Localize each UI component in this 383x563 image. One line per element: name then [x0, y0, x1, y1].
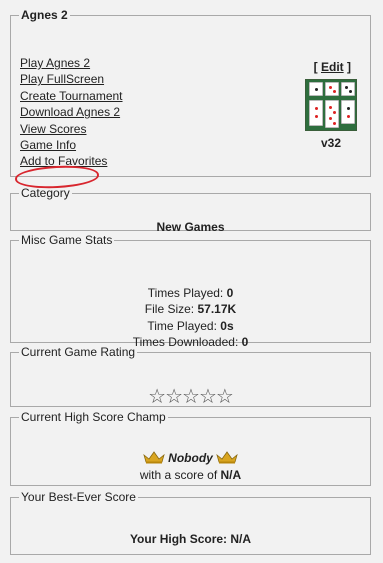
champ-panel: Current High Score Champ Nobody with a s… — [10, 410, 371, 486]
edit-link[interactable]: Edit — [321, 60, 344, 74]
stats-title: Misc Game Stats — [21, 233, 113, 247]
stat-times-played: Times Played: 0 — [11, 285, 370, 301]
game-info-link[interactable]: Game Info — [20, 137, 123, 153]
best-score-panel: Your Best-Ever Score Your High Score: N/… — [10, 490, 371, 555]
stats-panel: Misc Game Stats Times Played: 0 File Siz… — [10, 233, 371, 349]
champ-score-label: with a score of — [139, 468, 221, 482]
download-game-link[interactable]: Download Agnes 2 — [20, 104, 123, 120]
game-panel: Agnes 2 Play Agnes 2 Play FullScreen Cre… — [10, 8, 371, 191]
champ-score-line: with a score of N/A — [11, 468, 370, 482]
thumb-card — [325, 82, 339, 96]
best-score-line: Your High Score: N/A — [11, 532, 370, 546]
view-scores-link[interactable]: View Scores — [20, 121, 123, 137]
stat-label: Times Played: — [147, 286, 227, 300]
thumb-card — [309, 100, 323, 126]
champ-name-line: Nobody — [11, 451, 370, 465]
crown-icon — [216, 451, 238, 464]
stat-file-size: File Size: 57.17K — [11, 301, 370, 317]
star-rating[interactable]: ☆☆☆☆☆ — [11, 386, 370, 406]
add-to-favorites-link[interactable]: Add to Favorites — [20, 153, 123, 169]
category-value: New Games — [156, 220, 225, 234]
edit-control: [ Edit ] — [314, 60, 351, 74]
category-title: Category — [21, 186, 70, 200]
stat-label: Time Played: — [147, 318, 221, 333]
play-game-link[interactable]: Play Agnes 2 — [20, 55, 123, 71]
thumb-card — [341, 100, 355, 124]
game-thumbnail[interactable] — [305, 79, 357, 131]
stat-value: 0 — [226, 286, 234, 300]
champ-title: Current High Score Champ — [21, 410, 166, 424]
create-tournament-link[interactable]: Create Tournament — [20, 88, 123, 104]
thumb-card — [341, 82, 355, 96]
game-links: Play Agnes 2 Play FullScreen Create Tour… — [14, 55, 123, 191]
thumb-card — [309, 82, 323, 96]
best-score-value: N/A — [230, 532, 252, 546]
champ-name: Nobody — [168, 451, 213, 465]
thumb-card — [325, 100, 339, 128]
edit-bracket-open: [ — [313, 60, 321, 74]
stat-label: File Size: — [144, 302, 198, 317]
stat-value: 0s — [220, 318, 234, 333]
rating-panel: Current Game Rating ☆☆☆☆☆ — [10, 345, 371, 407]
best-score-label: Your High Score: — [129, 532, 231, 546]
best-score-title: Your Best-Ever Score — [21, 490, 136, 504]
crown-icon — [143, 451, 165, 464]
stats-list: Times Played: 0 File Size: 57.17K Time P… — [11, 285, 370, 350]
game-title: Agnes 2 — [21, 8, 68, 22]
category-panel: Category New Games — [10, 186, 371, 234]
stat-value: 57.17K — [197, 302, 237, 317]
edit-bracket-close: ] — [343, 60, 351, 74]
version-label: v32 — [320, 136, 342, 150]
champ-score-value: N/A — [220, 468, 242, 482]
stat-time-played: Time Played: 0s — [11, 318, 370, 334]
play-fullscreen-link[interactable]: Play FullScreen — [20, 71, 123, 87]
rating-title: Current Game Rating — [21, 345, 136, 359]
